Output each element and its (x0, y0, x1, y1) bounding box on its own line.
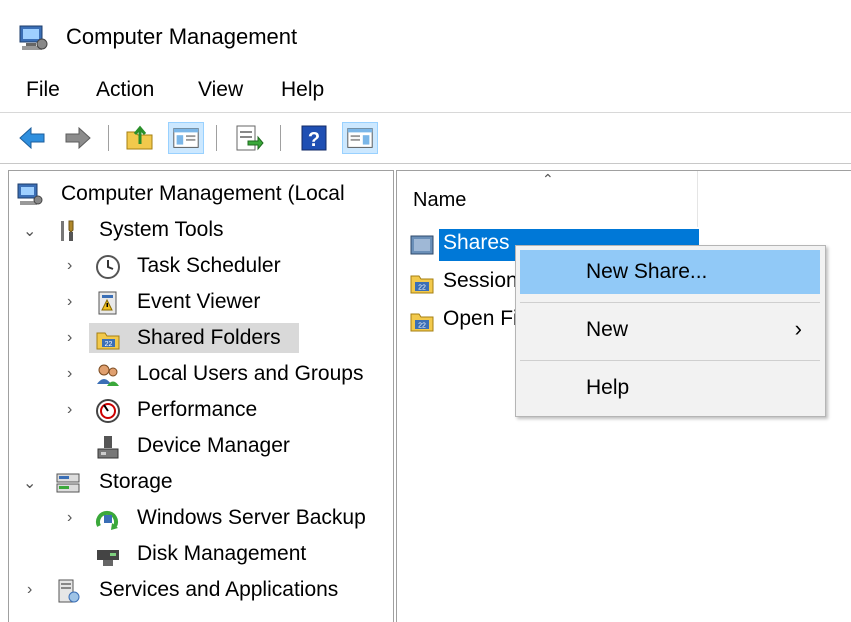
window-title: Computer Management (66, 24, 298, 49)
shared-folder-icon: 22 (96, 332, 120, 350)
tree-item-computer-management[interactable]: Computer Management (Local (9, 177, 393, 211)
menu-bar: File Action View Help (0, 70, 851, 113)
toolbar-separator (108, 125, 109, 151)
show-hide-action-pane-icon[interactable] (342, 122, 378, 154)
performance-icon (96, 399, 120, 423)
forward-icon[interactable] (62, 122, 94, 154)
show-hide-tree-icon[interactable] (168, 122, 204, 154)
context-menu-new[interactable]: New › (520, 308, 820, 352)
menu-action[interactable]: Action (96, 78, 154, 102)
tree-item-device-manager[interactable]: Device Manager (9, 429, 393, 463)
chevron-right-icon[interactable]: › (67, 365, 81, 383)
tree-item-system-tools[interactable]: ⌄ System Tools (9, 213, 393, 247)
tree-item-label: Shared Folders (137, 326, 281, 349)
disk-icon (97, 550, 119, 566)
backup-icon (96, 510, 118, 530)
column-header-name[interactable]: ⌃ Name (397, 171, 698, 227)
console-tree[interactable]: Computer Management (Local ⌄ System Tool… (8, 170, 394, 622)
tree-item-windows-server-backup[interactable]: › Windows Server Backup (9, 501, 393, 535)
context-menu-label: New (586, 318, 629, 341)
chevron-right-icon: › (794, 316, 802, 341)
svg-text:22: 22 (105, 341, 113, 348)
svg-text:?: ? (308, 129, 320, 151)
tree-item-label: Computer Management (Local (61, 182, 345, 205)
clock-icon (96, 255, 120, 279)
svg-text:22: 22 (418, 323, 426, 330)
list-item-open-files[interactable]: 22 Open Files (407, 305, 545, 337)
toolbar-separator (216, 125, 217, 151)
tree-item-local-users-and-groups[interactable]: › Local Users and Groups (9, 357, 393, 391)
computer-management-icon (17, 183, 43, 205)
menu-help[interactable]: Help (281, 78, 324, 102)
shares-icon (410, 235, 434, 255)
tree-item-event-viewer[interactable]: › Event Viewer (9, 285, 393, 319)
device-manager-icon (97, 436, 119, 459)
svg-text:22: 22 (418, 285, 426, 292)
storage-icon (56, 473, 80, 493)
tree-item-label: Device Manager (137, 434, 290, 457)
help-icon[interactable]: ? (298, 122, 330, 154)
list-item-label: Shares (443, 231, 510, 254)
tree-item-label: Services and Applications (99, 578, 339, 601)
tree-item-label: Local Users and Groups (137, 362, 364, 385)
tree-item-task-scheduler[interactable]: › Task Scheduler (9, 249, 393, 283)
chevron-right-icon[interactable]: › (67, 293, 81, 311)
tree-item-disk-management[interactable]: Disk Management (9, 537, 393, 571)
tree-item-label: Windows Server Backup (137, 506, 366, 529)
tree-item-label: Storage (99, 470, 173, 493)
sort-ascending-icon: ⌃ (542, 171, 554, 187)
chevron-right-icon[interactable]: › (67, 401, 81, 419)
tree-item-label: Event Viewer (137, 290, 261, 313)
chevron-down-icon[interactable]: ⌄ (23, 473, 37, 492)
toolbar: ? (0, 113, 851, 164)
services-icon (58, 579, 80, 603)
event-viewer-icon (98, 291, 117, 315)
chevron-right-icon[interactable]: › (67, 509, 81, 527)
tree-item-services-and-applications[interactable]: › Services and Applications (9, 573, 393, 607)
back-icon[interactable] (16, 122, 48, 154)
chevron-right-icon[interactable]: › (27, 581, 41, 599)
tree-item-shared-folders[interactable]: › 22 Shared Folders (9, 321, 393, 355)
up-folder-icon[interactable] (124, 122, 156, 154)
context-menu: New Share... New › Help (515, 245, 826, 417)
chevron-right-icon[interactable]: › (67, 329, 81, 347)
system-tools-icon (61, 220, 74, 241)
context-menu-separator (520, 302, 820, 303)
open-files-icon: 22 (410, 313, 434, 332)
tree-item-label: Performance (137, 398, 258, 421)
menu-file[interactable]: File (26, 78, 60, 102)
computer-management-icon (19, 25, 48, 50)
context-menu-help[interactable]: Help (520, 366, 820, 410)
context-menu-new-share[interactable]: New Share... (520, 250, 820, 294)
context-menu-label: Help (586, 376, 630, 399)
list-item-sessions[interactable]: 22 Sessions (407, 267, 528, 299)
title-bar: Computer Management (0, 0, 851, 70)
chevron-down-icon[interactable]: ⌄ (23, 221, 37, 240)
tree-item-performance[interactable]: › Performance (9, 393, 393, 427)
menu-view[interactable]: View (198, 78, 243, 102)
users-icon (97, 364, 119, 386)
tree-item-label: System Tools (99, 218, 224, 241)
toolbar-separator (280, 125, 281, 151)
tree-item-label: Task Scheduler (137, 254, 281, 277)
column-header-label: Name (413, 189, 467, 211)
tree-item-storage[interactable]: ⌄ Storage (9, 465, 393, 499)
context-menu-separator (520, 360, 820, 361)
sessions-icon: 22 (410, 275, 434, 294)
context-menu-label: New Share... (586, 260, 708, 283)
tree-item-label: Disk Management (137, 542, 307, 565)
chevron-right-icon[interactable]: › (67, 257, 81, 275)
export-list-icon[interactable] (232, 122, 264, 154)
